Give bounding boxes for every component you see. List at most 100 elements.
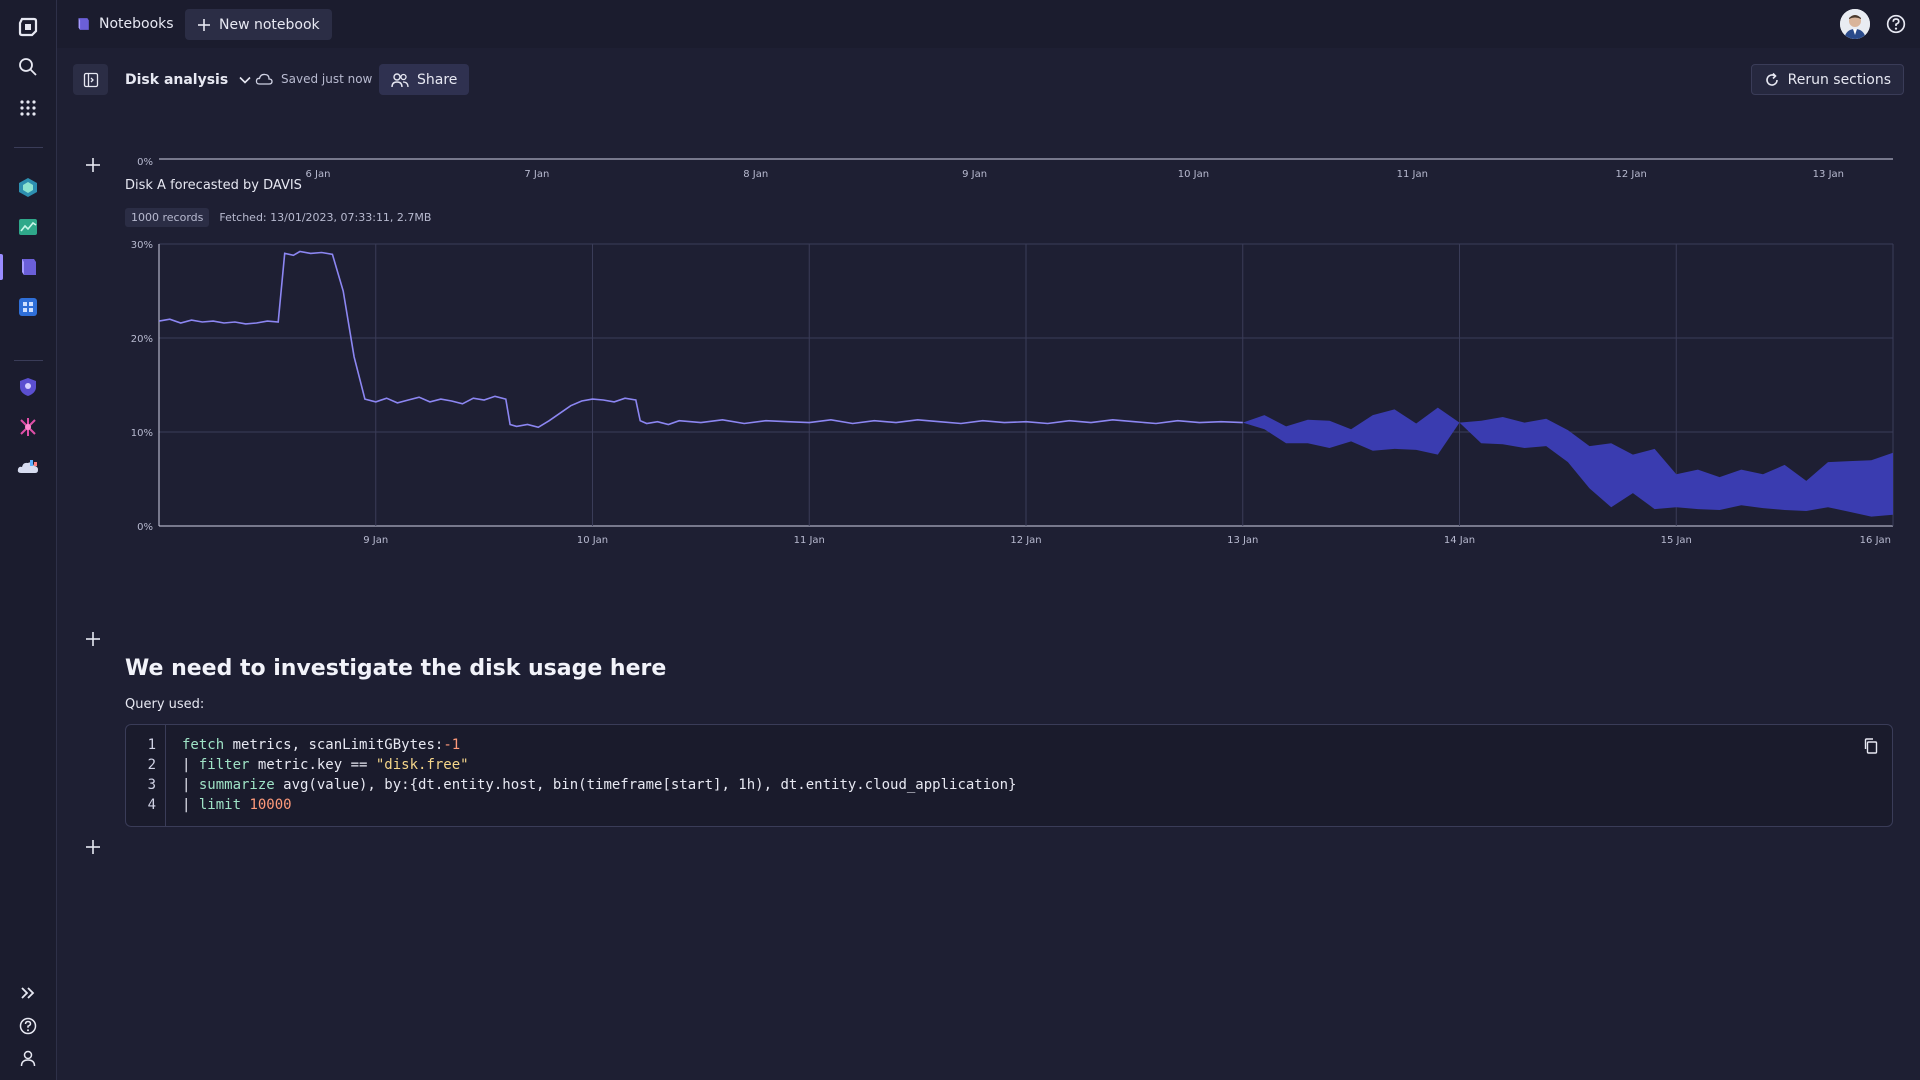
active-indicator: [0, 254, 3, 280]
code-token: avg(value), by:{dt.entity.host, bin(time…: [274, 777, 1017, 793]
notebook-title-dropdown[interactable]: Disk analysis: [125, 72, 252, 88]
app-name: Notebooks: [99, 16, 174, 32]
rerun-sections-button[interactable]: Rerun sections: [1750, 64, 1904, 95]
x-tick-label: 15 Jan: [1661, 535, 1692, 546]
app-tab-notebooks[interactable]: Notebooks: [75, 9, 174, 39]
fetched-info: Fetched: 13/01/2023, 07:33:11, 2.7MB: [219, 211, 432, 224]
x-tick-label: 14 Jan: [1444, 535, 1475, 546]
sidebar-divider: [14, 147, 43, 148]
expand-icon[interactable]: [14, 979, 42, 1007]
code-line: | limit 10000: [182, 797, 292, 813]
line-number: 3: [147, 777, 156, 793]
notebook-title: Disk analysis: [125, 72, 229, 88]
dynatrace-logo-icon[interactable]: [14, 13, 42, 41]
saved-status-text: Saved just now: [281, 72, 373, 86]
code-token: |: [182, 777, 199, 793]
x-tick-label: 13 Jan: [1227, 535, 1258, 546]
x-tick-label: 9 Jan: [962, 169, 987, 180]
apps-grid-icon[interactable]: [14, 94, 42, 122]
add-section-button[interactable]: [83, 155, 103, 175]
sidebar-divider: [14, 360, 43, 361]
copy-icon[interactable]: [1862, 737, 1880, 755]
x-tick-label: 8 Jan: [743, 169, 768, 180]
code-token: |: [182, 797, 199, 813]
plus-icon: [86, 840, 100, 854]
infrastructure-app-icon[interactable]: [14, 173, 42, 201]
notebooks-icon: [78, 18, 89, 30]
plus-icon: [86, 632, 100, 646]
plus-icon: [198, 18, 210, 31]
chart-meta: 1000 records Fetched: 13/01/2023, 07:33:…: [125, 208, 431, 227]
code-line: | summarize avg(value), by:{dt.entity.ho…: [182, 777, 1016, 793]
code-line: fetch metrics, scanLimitGBytes:-1: [182, 737, 460, 753]
line-number: 1: [147, 737, 156, 753]
forecast-chart: 0% 10% 20% 30% 9 Jan 10 Jan 11 Jan 12 Jan 13 Ja…: [131, 240, 1894, 546]
y-tick-label: 30%: [131, 240, 153, 251]
y-tick-label: 10%: [131, 428, 153, 439]
new-notebook-label: New notebook: [219, 16, 320, 33]
avatar[interactable]: [1840, 9, 1870, 39]
x-tick-label: 7 Jan: [524, 169, 549, 180]
query-label: Query used:: [125, 697, 205, 712]
markdown-heading: We need to investigate the disk usage he…: [125, 656, 667, 681]
help-icon[interactable]: [14, 1012, 42, 1040]
workflows-app-icon[interactable]: [14, 413, 42, 441]
y-tick-label: 0%: [137, 522, 153, 533]
people-icon: [391, 72, 409, 87]
y-tick-label: 20%: [131, 334, 153, 345]
add-section-button[interactable]: [83, 629, 103, 649]
disk-usage-line: [158, 250, 1243, 429]
notebook-canvas: Disk analysis Saved just now Share Rerun…: [57, 48, 1920, 1080]
notebooks-app-icon[interactable]: [14, 253, 42, 281]
x-tick-label: 12 Jan: [1615, 169, 1646, 180]
cloud-saved-icon: [255, 73, 273, 85]
dashboards-app-icon[interactable]: [14, 213, 42, 241]
code-token: limit: [198, 797, 242, 813]
chart-section-title: Disk A forecasted by DAVIS: [125, 178, 302, 193]
search-icon[interactable]: [14, 53, 42, 81]
x-tick-label: 11 Jan: [1397, 169, 1428, 180]
share-button[interactable]: Share: [379, 64, 470, 95]
line-number: 2: [147, 757, 156, 773]
help-icon[interactable]: [1886, 14, 1906, 34]
x-tick-label: 10 Jan: [1178, 169, 1209, 180]
left-sidebar: [0, 0, 57, 1080]
chevron-down-icon: [239, 76, 251, 84]
x-tick-label: 11 Jan: [794, 535, 825, 546]
security-app-icon[interactable]: [14, 373, 42, 401]
top-bar: Notebooks New notebook: [57, 0, 1920, 48]
code-block[interactable]: fetch metrics, scanLimitGBytes:-1 | filte…: [125, 724, 1893, 827]
user-icon[interactable]: [14, 1044, 42, 1072]
code-line: | filter metric.key == "disk.free": [182, 757, 469, 773]
toggle-outline-button[interactable]: [73, 64, 108, 95]
save-status: Saved just now: [255, 72, 372, 86]
notebook-toolbar: Disk analysis Saved just now Share Rerun…: [57, 48, 1920, 112]
x-tick-label: 6 Jan: [306, 169, 331, 180]
code-token: filter: [198, 757, 250, 773]
code-token: summarize: [198, 777, 275, 793]
add-section-button[interactable]: [83, 837, 103, 857]
x-tick-label: 13 Jan: [1813, 169, 1844, 180]
previous-chart-axis: 0% 6 Jan 7 Jan 8 Jan 9 Jan 10 Jan 11 Jan 12 Ja…: [137, 157, 1893, 180]
x-tick-label: 10 Jan: [577, 535, 608, 546]
rerun-label: Rerun sections: [1787, 71, 1891, 88]
share-label: Share: [417, 71, 458, 88]
line-number: 4: [147, 797, 156, 813]
x-tick-label: 12 Jan: [1010, 535, 1041, 546]
x-tick-label: 9 Jan: [363, 535, 388, 546]
code-token: -1: [443, 737, 461, 753]
code-token: |: [182, 757, 199, 773]
new-notebook-button[interactable]: New notebook: [185, 9, 332, 40]
code-token: metrics, scanLimitGBytes:: [224, 737, 444, 753]
code-token: 10000: [249, 797, 292, 813]
forecast-band: [1242, 407, 1893, 517]
extensions-app-icon[interactable]: [14, 293, 42, 321]
plus-icon: [86, 158, 100, 172]
code-token: metric.key ==: [249, 757, 376, 773]
code-token: fetch: [182, 737, 225, 753]
records-badge: 1000 records: [125, 208, 210, 227]
y-tick-label: 0%: [137, 157, 153, 168]
cloud-app-icon[interactable]: [14, 453, 42, 481]
x-tick-label: 16 Jan: [1860, 535, 1891, 546]
code-token: "disk.free": [375, 757, 469, 773]
